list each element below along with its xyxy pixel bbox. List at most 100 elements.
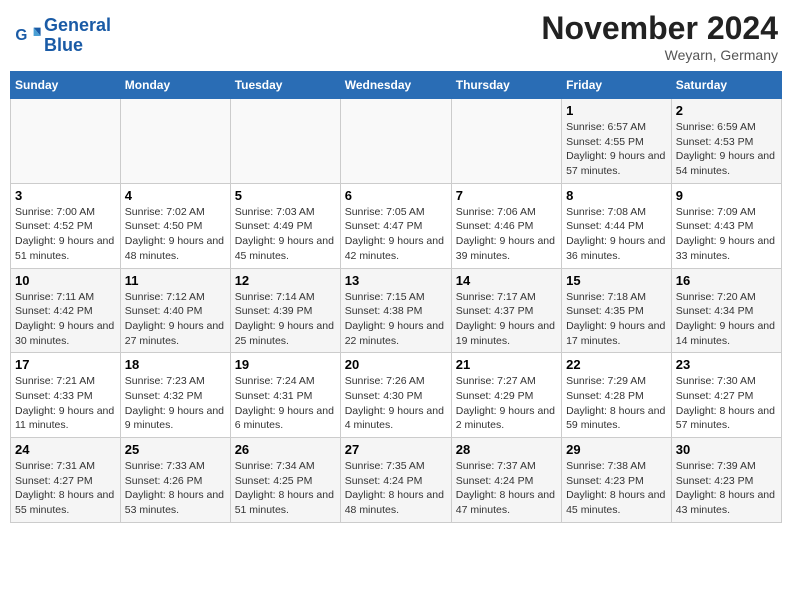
day-info: Sunrise: 7:38 AM Sunset: 4:23 PM Dayligh… [566,459,667,518]
calendar-body: 1Sunrise: 6:57 AM Sunset: 4:55 PM Daylig… [11,99,782,523]
calendar-cell: 7Sunrise: 7:06 AM Sunset: 4:46 PM Daylig… [451,183,561,268]
column-header-saturday: Saturday [671,72,781,99]
day-number: 22 [566,357,667,372]
logo: G General Blue [14,16,111,56]
calendar-cell: 21 Sunrise: 7:27 AM Sunset: 4:29 PM Dayli… [451,353,561,438]
calendar-cell: 18 Sunrise: 7:23 AM Sunset: 4:32 PM Dayli… [120,353,230,438]
day-number: 14 [456,273,557,288]
day-info: Sunrise: 7:11 AM Sunset: 4:42 PM Dayligh… [15,290,116,349]
logo-text: General Blue [44,16,111,56]
day-info: Sunrise: 7:34 AM Sunset: 4:25 PM Dayligh… [235,459,336,518]
day-number: 25 [125,442,226,457]
day-info: Sunrise: 7:02 AM Sunset: 4:50 PM Dayligh… [125,205,226,264]
day-info: Sunrise: 7:33 AM Sunset: 4:26 PM Dayligh… [125,459,226,518]
column-header-sunday: Sunday [11,72,121,99]
calendar-table: SundayMondayTuesdayWednesdayThursdayFrid… [10,71,782,523]
page-header: G General Blue November 2024 Weyarn, Ger… [10,10,782,63]
day-number: 20 [345,357,447,372]
day-number: 23 [676,357,777,372]
day-info: Sunrise: 7:35 AM Sunset: 4:24 PM Dayligh… [345,459,447,518]
day-info: Sunrise: 7:23 AM Sunset: 4:32 PM Dayligh… [125,374,226,433]
calendar-header-row: SundayMondayTuesdayWednesdayThursdayFrid… [11,72,782,99]
day-number: 8 [566,188,667,203]
day-info: Sunrise: 7:27 AM Sunset: 4:29 PM Dayligh… [456,374,557,433]
title-block: November 2024 Weyarn, Germany [541,10,778,63]
calendar-cell: 4 Sunrise: 7:02 AM Sunset: 4:50 PM Daylig… [120,183,230,268]
calendar-cell: 28Sunrise: 7:37 AM Sunset: 4:24 PM Dayli… [451,438,561,523]
day-info: Sunrise: 7:09 AM Sunset: 4:43 PM Dayligh… [676,205,777,264]
calendar-cell: 12 Sunrise: 7:14 AM Sunset: 4:39 PM Dayli… [230,268,340,353]
day-info: Sunrise: 7:12 AM Sunset: 4:40 PM Dayligh… [125,290,226,349]
calendar-cell: 16 Sunrise: 7:20 AM Sunset: 4:34 PM Dayli… [671,268,781,353]
day-info: Sunrise: 7:20 AM Sunset: 4:34 PM Dayligh… [676,290,777,349]
calendar-cell: 13 Sunrise: 7:15 AM Sunset: 4:38 PM Dayli… [340,268,451,353]
day-info: Sunrise: 7:18 AM Sunset: 4:35 PM Dayligh… [566,290,667,349]
day-number: 29 [566,442,667,457]
day-number: 2 [676,103,777,118]
day-info: Sunrise: 7:15 AM Sunset: 4:38 PM Dayligh… [345,290,447,349]
day-info: Sunrise: 7:31 AM Sunset: 4:27 PM Dayligh… [15,459,116,518]
day-number: 7 [456,188,557,203]
calendar-cell: 3 Sunrise: 7:00 AM Sunset: 4:52 PM Daylig… [11,183,121,268]
calendar-cell: 20 Sunrise: 7:26 AM Sunset: 4:30 PM Dayli… [340,353,451,438]
day-info: Sunrise: 7:17 AM Sunset: 4:37 PM Dayligh… [456,290,557,349]
day-info: Sunrise: 7:29 AM Sunset: 4:28 PM Dayligh… [566,374,667,433]
day-info: Sunrise: 7:14 AM Sunset: 4:39 PM Dayligh… [235,290,336,349]
calendar-cell: 8 Sunrise: 7:08 AM Sunset: 4:44 PM Daylig… [562,183,672,268]
calendar-cell: 25 Sunrise: 7:33 AM Sunset: 4:26 PM Dayli… [120,438,230,523]
day-number: 12 [235,273,336,288]
day-number: 21 [456,357,557,372]
day-info: Sunrise: 7:39 AM Sunset: 4:23 PM Dayligh… [676,459,777,518]
day-number: 4 [125,188,226,203]
day-info: Sunrise: 7:26 AM Sunset: 4:30 PM Dayligh… [345,374,447,433]
day-info: Sunrise: 7:30 AM Sunset: 4:27 PM Dayligh… [676,374,777,433]
day-info: Sunrise: 7:00 AM Sunset: 4:52 PM Dayligh… [15,205,116,264]
calendar-cell: 5Sunrise: 7:03 AM Sunset: 4:49 PM Daylig… [230,183,340,268]
day-number: 6 [345,188,447,203]
calendar-cell: 27Sunrise: 7:35 AM Sunset: 4:24 PM Dayli… [340,438,451,523]
calendar-cell [451,99,561,184]
day-number: 5 [235,188,336,203]
calendar-week-row: 10Sunrise: 7:11 AM Sunset: 4:42 PM Dayli… [11,268,782,353]
day-info: Sunrise: 7:08 AM Sunset: 4:44 PM Dayligh… [566,205,667,264]
calendar-week-row: 3 Sunrise: 7:00 AM Sunset: 4:52 PM Daylig… [11,183,782,268]
day-number: 3 [15,188,116,203]
day-number: 9 [676,188,777,203]
month-title: November 2024 [541,10,778,47]
calendar-cell [120,99,230,184]
column-header-thursday: Thursday [451,72,561,99]
day-number: 26 [235,442,336,457]
day-info: Sunrise: 6:59 AM Sunset: 4:53 PM Dayligh… [676,120,777,179]
day-number: 15 [566,273,667,288]
calendar-week-row: 24Sunrise: 7:31 AM Sunset: 4:27 PM Dayli… [11,438,782,523]
day-number: 16 [676,273,777,288]
calendar-cell: 19Sunrise: 7:24 AM Sunset: 4:31 PM Dayli… [230,353,340,438]
calendar-cell: 11 Sunrise: 7:12 AM Sunset: 4:40 PM Dayli… [120,268,230,353]
calendar-cell [11,99,121,184]
calendar-week-row: 1Sunrise: 6:57 AM Sunset: 4:55 PM Daylig… [11,99,782,184]
calendar-cell: 15 Sunrise: 7:18 AM Sunset: 4:35 PM Dayli… [562,268,672,353]
calendar-cell: 9 Sunrise: 7:09 AM Sunset: 4:43 PM Daylig… [671,183,781,268]
day-number: 11 [125,273,226,288]
calendar-cell [340,99,451,184]
day-number: 1 [566,103,667,118]
day-number: 17 [15,357,116,372]
column-header-monday: Monday [120,72,230,99]
calendar-cell: 6 Sunrise: 7:05 AM Sunset: 4:47 PM Daylig… [340,183,451,268]
column-header-wednesday: Wednesday [340,72,451,99]
location: Weyarn, Germany [541,47,778,63]
day-info: Sunrise: 7:24 AM Sunset: 4:31 PM Dayligh… [235,374,336,433]
day-number: 18 [125,357,226,372]
day-info: Sunrise: 7:37 AM Sunset: 4:24 PM Dayligh… [456,459,557,518]
calendar-cell: 29 Sunrise: 7:38 AM Sunset: 4:23 PM Dayli… [562,438,672,523]
column-header-tuesday: Tuesday [230,72,340,99]
calendar-cell: 10Sunrise: 7:11 AM Sunset: 4:42 PM Dayli… [11,268,121,353]
day-number: 13 [345,273,447,288]
day-info: Sunrise: 7:21 AM Sunset: 4:33 PM Dayligh… [15,374,116,433]
calendar-cell: 30Sunrise: 7:39 AM Sunset: 4:23 PM Dayli… [671,438,781,523]
calendar-cell: 24Sunrise: 7:31 AM Sunset: 4:27 PM Dayli… [11,438,121,523]
svg-text:G: G [15,27,27,44]
day-info: Sunrise: 7:05 AM Sunset: 4:47 PM Dayligh… [345,205,447,264]
column-header-friday: Friday [562,72,672,99]
calendar-cell: 17 Sunrise: 7:21 AM Sunset: 4:33 PM Dayli… [11,353,121,438]
